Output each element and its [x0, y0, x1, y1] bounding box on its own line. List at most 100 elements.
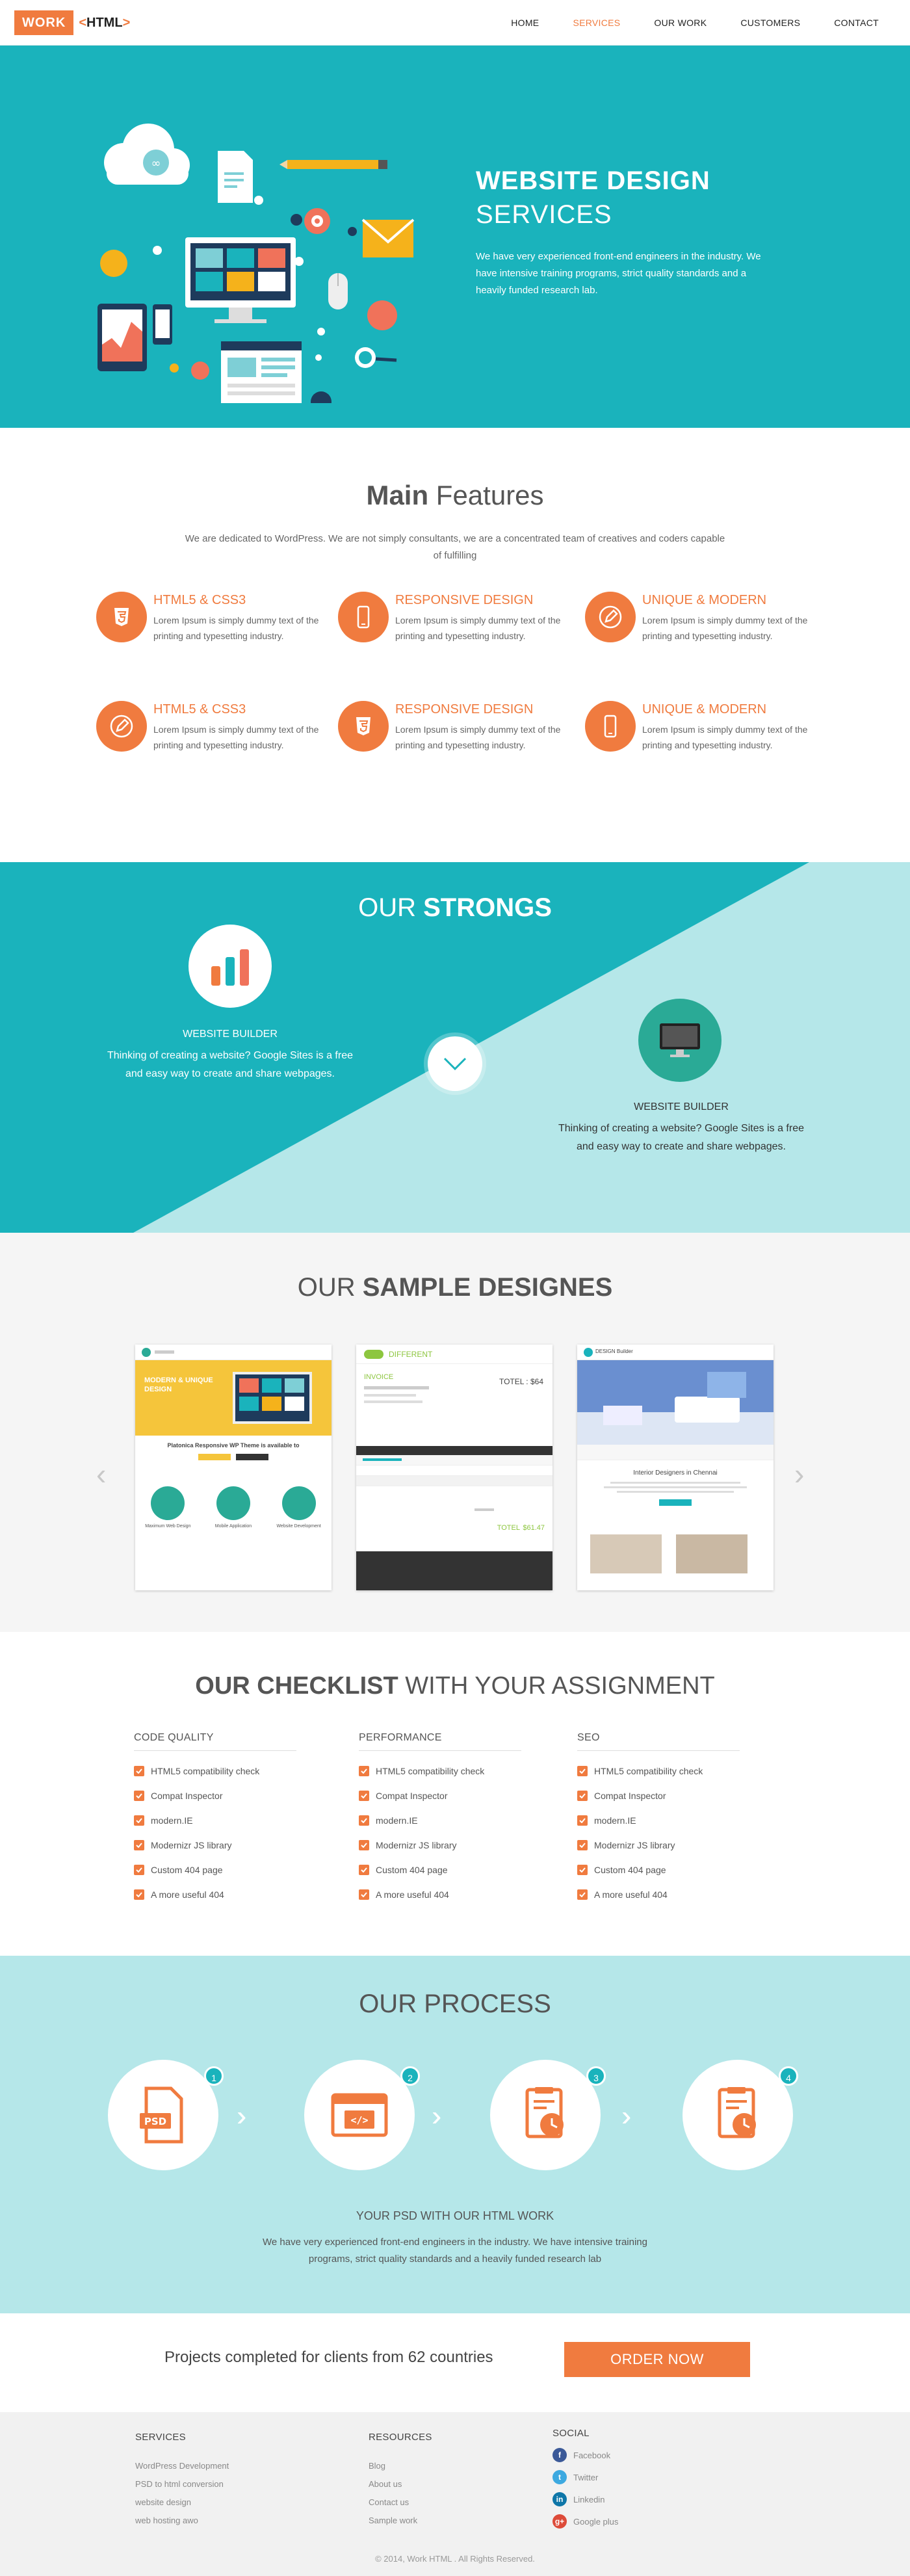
social-linkedin[interactable]: in Linkedin: [552, 2488, 618, 2510]
checkbox-checked-icon[interactable]: [577, 1889, 588, 1900]
checkbox-checked-icon[interactable]: [577, 1840, 588, 1850]
footer-heading: RESOURCES: [369, 2432, 432, 2443]
logo[interactable]: WORK HTML: [14, 10, 135, 35]
checklist-item: Custom 404 page: [577, 1858, 740, 1882]
checklist-item: Custom 404 page: [359, 1858, 521, 1882]
checklist-item: modern.IE: [359, 1808, 521, 1833]
sample-feature: Mobile Application: [214, 1524, 252, 1529]
checkbox-checked-icon[interactable]: [577, 1766, 588, 1776]
mail-icon: [361, 218, 415, 257]
document-clock-icon: [525, 2087, 564, 2138]
checklist-item: Modernizr JS library: [577, 1833, 740, 1858]
footer-link[interactable]: Blog: [369, 2457, 432, 2475]
checkbox-checked-icon[interactable]: [359, 1815, 369, 1826]
social-google-plus[interactable]: g+ Google plus: [552, 2510, 618, 2532]
social-facebook[interactable]: f Facebook: [552, 2444, 618, 2466]
checklist-column: SEO HTML5 compatibility check Compat Ins…: [577, 1732, 740, 1907]
footer-link[interactable]: website design: [135, 2493, 229, 2512]
feature-title: RESPONSIVE DESIGN: [395, 702, 534, 716]
footer-link[interactable]: About us: [369, 2475, 432, 2493]
checklist-column: CODE QUALITY HTML5 compatibility check C…: [134, 1732, 296, 1907]
strongs-section: OUR STRONGS WEBSITE BUILDER Thinking of …: [0, 862, 910, 1233]
checkbox-checked-icon[interactable]: [134, 1889, 144, 1900]
checkbox-checked-icon[interactable]: [359, 1889, 369, 1900]
site-footer: SERVICES WordPress Development PSD to ht…: [0, 2412, 910, 2576]
checkbox-checked-icon[interactable]: [134, 1815, 144, 1826]
features-section: Main Features We are dedicated to WordPr…: [0, 428, 910, 862]
chevron-down-icon[interactable]: [428, 1036, 482, 1091]
footer-resources: RESOURCES Blog About us Contact us Sampl…: [369, 2432, 432, 2530]
checklist-column: PERFORMANCE HTML5 compatibility check Co…: [359, 1732, 521, 1907]
footer-link[interactable]: Contact us: [369, 2493, 432, 2512]
checkbox-checked-icon[interactable]: [359, 1840, 369, 1850]
nav-home[interactable]: HOME: [511, 18, 539, 28]
process-step: PSD: [108, 2060, 218, 2170]
sample-headline: Platonica Responsive WP Theme is availab…: [167, 1442, 300, 1449]
pencil-icon: [585, 592, 636, 642]
hero-subtitle: SERVICES: [476, 200, 612, 229]
cta-section: Projects completed for clients from 62 c…: [0, 2313, 910, 2412]
social-twitter[interactable]: t Twitter: [552, 2466, 618, 2488]
hero-description: We have very experienced front-end engin…: [476, 251, 761, 296]
checkbox-checked-icon[interactable]: [134, 1865, 144, 1875]
nav-customers[interactable]: CUSTOMERS: [740, 18, 800, 28]
checkbox-checked-icon[interactable]: [359, 1766, 369, 1776]
footer-link[interactable]: PSD to html conversion: [135, 2475, 229, 2493]
checklist-item: HTML5 compatibility check: [577, 1759, 740, 1783]
footer-heading: SOCIAL: [552, 2428, 590, 2439]
feature-title: UNIQUE & MODERN: [642, 593, 767, 607]
pencil-icon: [280, 160, 387, 169]
sample-feature: Website Development: [276, 1524, 321, 1529]
sample-total-value: $61.47: [523, 1524, 545, 1532]
checkbox-checked-icon[interactable]: [134, 1791, 144, 1801]
tablet-illustration: [98, 304, 147, 371]
pencil-icon: [96, 701, 147, 752]
footer-link[interactable]: web hosting awo: [135, 2512, 229, 2530]
carousel-next-arrow[interactable]: ›: [794, 1456, 804, 1492]
order-now-button[interactable]: ORDER NOW: [564, 2342, 750, 2377]
checkbox-checked-icon[interactable]: [577, 1791, 588, 1801]
nav-contact[interactable]: CONTACT: [834, 18, 879, 28]
carousel-prev-arrow[interactable]: ‹: [96, 1456, 106, 1492]
features-subtitle: We are dedicated to WordPress. We are no…: [185, 533, 725, 561]
checklist-item: Modernizr JS library: [134, 1833, 296, 1858]
samples-title: OUR SAMPLE DESIGNES: [297, 1273, 613, 1302]
checklist-item: A more useful 404: [577, 1882, 740, 1907]
chevron-right-icon: ››: [621, 2100, 634, 2132]
checklist-item: Compat Inspector: [359, 1783, 521, 1808]
sample-card[interactable]: DIFFERENT INVOICE TOTEL : $64 TOTEL $61.…: [356, 1345, 552, 1590]
feature-text: Lorem Ipsum is simply dummy text of the …: [642, 615, 808, 641]
checkbox-checked-icon[interactable]: [134, 1840, 144, 1850]
checklist-section: OUR CHECKLIST WITH YOUR ASSIGNMENT CODE …: [0, 1632, 910, 1956]
sample-card[interactable]: MODERN & UNIQUE DESIGN Platonica Respons…: [135, 1345, 332, 1590]
checkbox-checked-icon[interactable]: [359, 1865, 369, 1875]
feature-item: RESPONSIVE DESIGN Lorem Ipsum is simply …: [338, 701, 572, 759]
samples-section: OUR SAMPLE DESIGNES ‹ › MODERN & UNIQUE …: [0, 1233, 910, 1632]
monitor-icon: [638, 999, 722, 1082]
checkbox-checked-icon[interactable]: [134, 1766, 144, 1776]
copyright: © 2014, Work HTML . All Rights Reserved.: [375, 2554, 535, 2564]
checklist-item: modern.IE: [134, 1808, 296, 1833]
step-number-badge: 2: [400, 2066, 420, 2086]
step-number-badge: 3: [586, 2066, 606, 2086]
feature-text: Lorem Ipsum is simply dummy text of the …: [642, 724, 808, 750]
bar-chart-icon: [188, 925, 272, 1008]
psd-file-icon: PSD: [140, 2086, 183, 2144]
step-number-badge: 1: [204, 2066, 224, 2086]
sample-feature: Maximum Web Design: [145, 1524, 191, 1529]
feature-item: HTML5 & CSS3 Lorem Ipsum is simply dummy…: [96, 592, 330, 650]
nav-services[interactable]: SERVICES: [573, 18, 620, 28]
checkbox-checked-icon[interactable]: [359, 1791, 369, 1801]
sample-card[interactable]: DESIGN Builder Interior Designers in Che…: [577, 1345, 774, 1590]
features-title: Main Features: [366, 480, 544, 510]
strong-label: WEBSITE BUILDER: [183, 1029, 278, 1040]
footer-link[interactable]: Sample work: [369, 2512, 432, 2530]
nav-our-work[interactable]: OUR WORK: [654, 18, 707, 28]
checkbox-checked-icon[interactable]: [577, 1815, 588, 1826]
footer-link[interactable]: WordPress Development: [135, 2457, 229, 2475]
feature-text: Lorem Ipsum is simply dummy text of the …: [153, 615, 319, 641]
svg-text:</>: </>: [350, 2114, 368, 2126]
checkbox-checked-icon[interactable]: [577, 1865, 588, 1875]
feature-item: HTML5 & CSS3 Lorem Ipsum is simply dummy…: [96, 701, 330, 759]
feature-item: UNIQUE & MODERN Lorem Ipsum is simply du…: [585, 701, 819, 759]
